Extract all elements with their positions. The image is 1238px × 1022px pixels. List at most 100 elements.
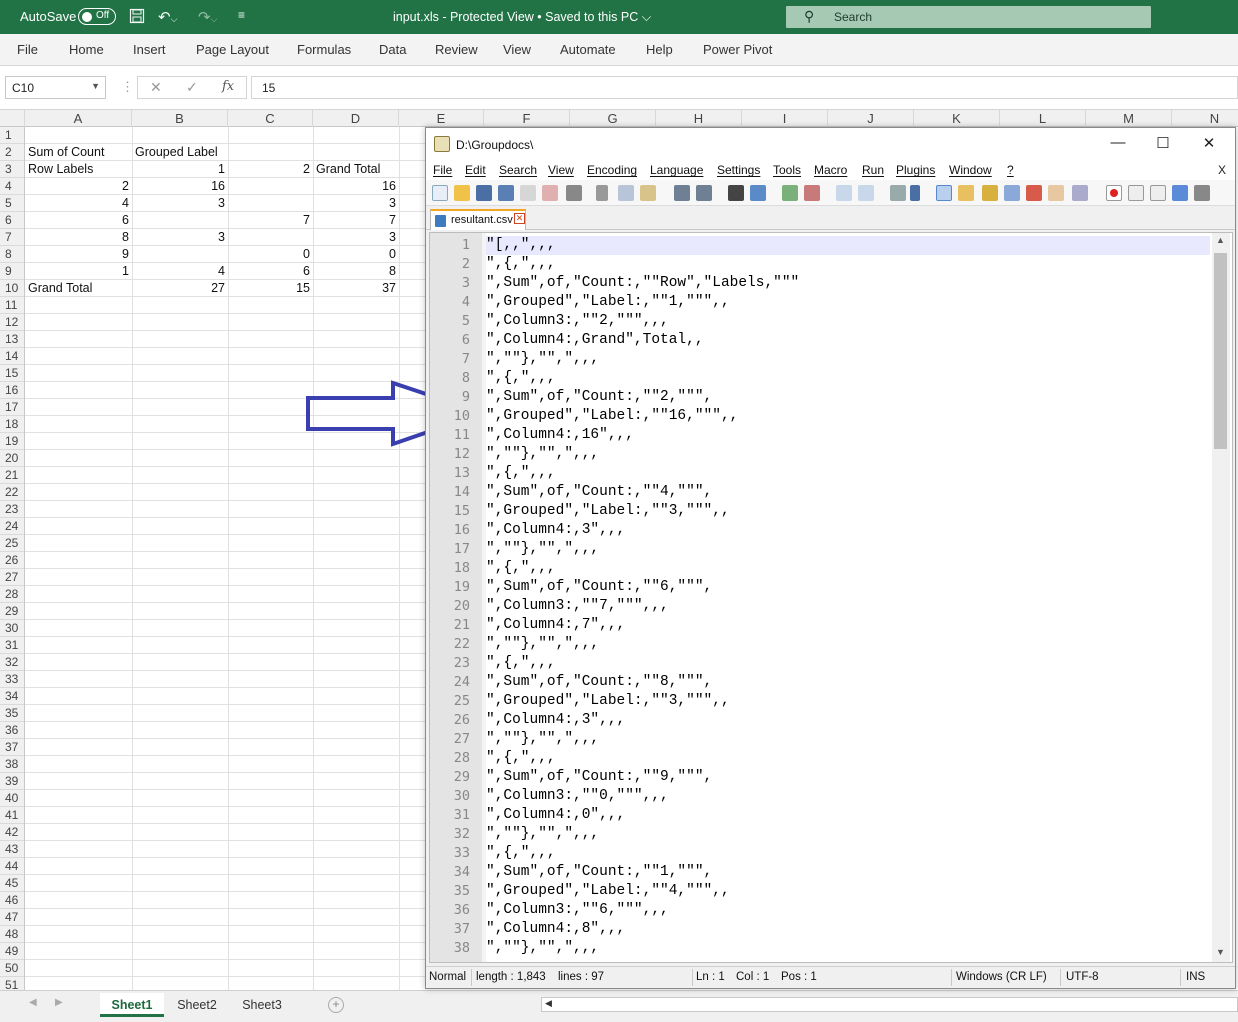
open-file-icon[interactable] (454, 185, 470, 201)
code-line[interactable]: "[,,",,, (486, 236, 556, 255)
cell-B9[interactable]: 4 (132, 263, 228, 280)
row-header[interactable]: 9 (0, 263, 24, 280)
cell-D9[interactable]: 8 (313, 263, 399, 280)
row-header[interactable]: 39 (0, 773, 24, 790)
cell-A10[interactable]: Grand Total (25, 280, 132, 297)
tab-automate[interactable]: Automate (560, 42, 616, 57)
row-header[interactable]: 4 (0, 178, 24, 195)
column-header[interactable]: K (914, 110, 1000, 127)
row-header[interactable]: 37 (0, 739, 24, 756)
menu-file[interactable]: File (433, 163, 452, 177)
row-header[interactable]: 15 (0, 365, 24, 382)
cell-C10[interactable]: 15 (228, 280, 313, 297)
cell-D3[interactable]: Grand Total (313, 161, 399, 178)
menu-plugins[interactable]: Plugins (896, 163, 935, 177)
row-header[interactable]: 22 (0, 484, 24, 501)
record-macro-icon[interactable] (1106, 185, 1122, 201)
code-line[interactable]: ",Column4:,3",,, (486, 711, 625, 730)
column-header[interactable]: A (25, 110, 132, 127)
code-line[interactable]: ",{,",,, (486, 464, 556, 483)
row-header[interactable]: 36 (0, 722, 24, 739)
row-header[interactable]: 13 (0, 331, 24, 348)
save-icon[interactable] (129, 8, 145, 28)
code-line[interactable]: ",""},"",",,, (486, 939, 599, 958)
column-header[interactable]: H (656, 110, 742, 127)
column-header[interactable]: N (1172, 110, 1238, 127)
show-all-chars-icon[interactable] (910, 185, 920, 201)
code-line[interactable]: ",Sum",of,"Count:,""2,""", (486, 388, 712, 407)
cell-A4[interactable]: 2 (25, 178, 132, 195)
folder-workspace-icon[interactable] (1048, 185, 1064, 201)
cell-B3[interactable]: 1 (132, 161, 228, 178)
menu-language[interactable]: Language (650, 163, 703, 177)
close-icon[interactable]: ✕ (1186, 134, 1232, 152)
row-header[interactable]: 47 (0, 909, 24, 926)
row-header[interactable]: 3 (0, 161, 24, 178)
insert-function-icon[interactable]: fx (222, 79, 234, 94)
prev-sheet-icon[interactable]: ◀ (29, 997, 37, 1008)
cell-D4[interactable]: 16 (313, 178, 399, 195)
save-macro-icon[interactable] (1194, 185, 1210, 201)
row-header[interactable]: 26 (0, 552, 24, 569)
code-line[interactable]: ",Column3:,""2,""",,, (486, 312, 669, 331)
code-line[interactable]: ",Sum",of,"Count:,""6,""", (486, 578, 712, 597)
code-line[interactable]: ",{,",,, (486, 559, 556, 578)
column-header[interactable]: M (1086, 110, 1172, 127)
code-line[interactable]: ",Column4:,Grand",Total,, (486, 331, 704, 350)
row-header[interactable]: 45 (0, 875, 24, 892)
cell-B10[interactable]: 27 (132, 280, 228, 297)
code-line[interactable]: ",""},"",",,, (486, 730, 599, 749)
row-header[interactable]: 29 (0, 603, 24, 620)
code-line[interactable]: ",""},"",",,, (486, 445, 599, 464)
menu-tools[interactable]: Tools (773, 163, 801, 177)
code-line[interactable]: ",Grouped","Label:,""16,""",, (486, 407, 738, 426)
row-header[interactable]: 2 (0, 144, 24, 161)
tab-page-layout[interactable]: Page Layout (196, 42, 269, 57)
sheet-tab-sheet2[interactable]: Sheet2 (166, 993, 228, 1017)
next-sheet-icon[interactable]: ▶ (55, 997, 63, 1008)
column-header[interactable]: F (484, 110, 570, 127)
menu-macro[interactable]: Macro (814, 163, 847, 177)
menu-window[interactable]: Window (949, 163, 992, 177)
code-line[interactable]: ",{,",,, (486, 369, 556, 388)
sync-horizontal-icon[interactable] (858, 185, 874, 201)
row-header[interactable]: 31 (0, 637, 24, 654)
code-line[interactable]: ",{,",,, (486, 844, 556, 863)
cell-C9[interactable]: 6 (228, 263, 313, 280)
cell-A5[interactable]: 4 (25, 195, 132, 212)
save-all-icon[interactable] (498, 185, 514, 201)
column-header[interactable]: I (742, 110, 828, 127)
row-header[interactable]: 51 (0, 977, 24, 990)
cell-C8[interactable]: 0 (228, 246, 313, 263)
cell-A6[interactable]: 6 (25, 212, 132, 229)
column-header[interactable]: D (313, 110, 399, 127)
row-header[interactable]: 50 (0, 960, 24, 977)
tab-formulas[interactable]: Formulas (297, 42, 351, 57)
indent-guide-icon[interactable] (936, 185, 952, 201)
word-wrap-icon[interactable] (890, 185, 906, 201)
row-header[interactable]: 46 (0, 892, 24, 909)
row-header[interactable]: 41 (0, 807, 24, 824)
autosave-toggle[interactable]: Off (78, 8, 116, 25)
row-header[interactable]: 35 (0, 705, 24, 722)
row-header[interactable]: 17 (0, 399, 24, 416)
code-line[interactable]: ",Column3:,""6,""",,, (486, 901, 669, 920)
file-tab[interactable]: resultant.csv ✕ (430, 209, 526, 230)
column-header[interactable]: G (570, 110, 656, 127)
document-title[interactable]: input.xls - Protected View • Saved to th… (393, 10, 651, 25)
row-header[interactable]: 28 (0, 586, 24, 603)
cell-A9[interactable]: 1 (25, 263, 132, 280)
code-line[interactable]: ",Column4:,7",,, (486, 616, 625, 635)
row-header[interactable]: 32 (0, 654, 24, 671)
code-line[interactable]: ",{,",,, (486, 654, 556, 673)
code-line[interactable]: ",""},"",",,, (486, 540, 599, 559)
close-tab-icon[interactable]: ✕ (514, 213, 525, 224)
scroll-thumb[interactable] (1214, 253, 1227, 449)
replace-icon[interactable] (750, 185, 766, 201)
text-editor[interactable]: 1 2 3 4 5 6 7 8 9 10 11 12 13 14 15 16 17 18 19 20 21 22 23 24 2… (429, 232, 1233, 963)
sheet-tab-sheet3[interactable]: Sheet3 (232, 993, 292, 1017)
row-header[interactable]: 42 (0, 824, 24, 841)
row-header[interactable]: 5 (0, 195, 24, 212)
menu-encoding[interactable]: Encoding (587, 163, 637, 177)
column-header[interactable]: J (828, 110, 914, 127)
